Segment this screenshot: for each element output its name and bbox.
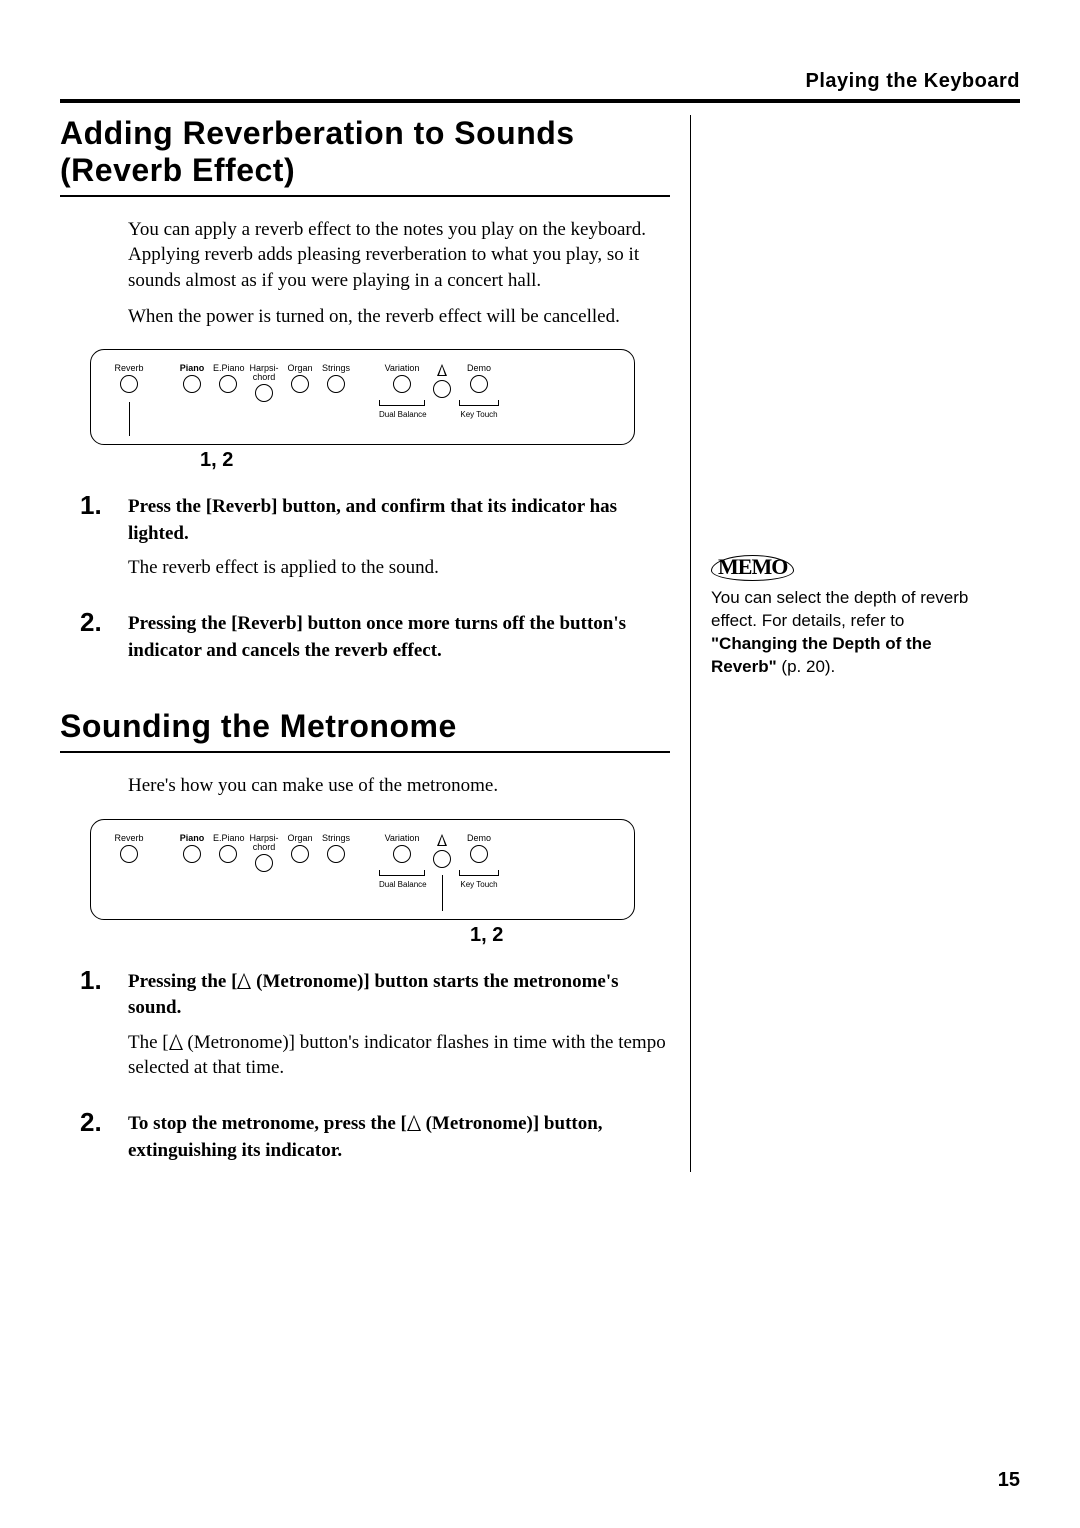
panel-diagram-metronome: Reverb Piano E.Piano Harpsi-chord Organ … bbox=[90, 819, 635, 947]
variation-button-icon bbox=[393, 375, 411, 393]
strings-button-icon bbox=[327, 845, 345, 863]
panel-label-reverb: Reverb bbox=[109, 834, 149, 843]
step-number: 2 bbox=[60, 1107, 120, 1138]
demo-button-icon bbox=[470, 845, 488, 863]
epiano-button-icon bbox=[219, 375, 237, 393]
organ-button-icon bbox=[291, 845, 309, 863]
panel-label-dual-balance: Dual Balance bbox=[379, 410, 425, 419]
page-number: 15 bbox=[998, 1469, 1020, 1492]
organ-button-icon bbox=[291, 375, 309, 393]
section-title-reverb: Adding Reverberation to Sounds (Reverb E… bbox=[60, 115, 670, 189]
section-rule bbox=[60, 751, 670, 753]
panel-label-key-touch: Key Touch bbox=[459, 410, 499, 419]
metronome-icon bbox=[169, 1034, 183, 1050]
panel-label-organ: Organ bbox=[285, 834, 315, 843]
memo-label: MEMO bbox=[711, 555, 794, 581]
panel-label-variation: Variation bbox=[379, 364, 425, 373]
metronome-icon bbox=[407, 1115, 421, 1131]
reverb-button-icon bbox=[120, 375, 138, 393]
metronome-button-icon bbox=[433, 850, 451, 868]
panel-label-piano: Piano bbox=[177, 834, 207, 843]
step-number: 2 bbox=[60, 607, 120, 638]
piano-button-icon bbox=[183, 845, 201, 863]
panel-label-strings: Strings bbox=[321, 834, 351, 843]
callout-steps-metronome: 1, 2 bbox=[470, 924, 635, 947]
reverb-step1-lead: Press the [Reverb] button, and confirm t… bbox=[128, 494, 670, 547]
metronome-step1-lead: Pressing the [ (Metronome)] button start… bbox=[128, 969, 670, 1022]
epiano-button-icon bbox=[219, 845, 237, 863]
callout-steps-reverb: 1, 2 bbox=[200, 449, 635, 472]
panel-label-epiano: E.Piano bbox=[213, 364, 243, 373]
demo-button-icon bbox=[470, 375, 488, 393]
panel-label-harpsi: Harpsi-chord bbox=[249, 364, 279, 382]
panel-label-dual-balance: Dual Balance bbox=[379, 880, 425, 889]
metronome-step2-lead: To stop the metronome, press the [ (Metr… bbox=[128, 1111, 670, 1164]
step-number: 1 bbox=[60, 490, 120, 521]
section-rule bbox=[60, 195, 670, 197]
reverb-intro-1: You can apply a reverb effect to the not… bbox=[128, 217, 670, 294]
panel-label-strings: Strings bbox=[321, 364, 351, 373]
metronome-intro: Here's how you can make use of the metro… bbox=[128, 773, 670, 799]
harpsi-button-icon bbox=[255, 384, 273, 402]
strings-button-icon bbox=[327, 375, 345, 393]
reverb-intro-2: When the power is turned on, the reverb … bbox=[128, 304, 670, 330]
metronome-step1-sub: The [ (Metronome)] button's indicator fl… bbox=[128, 1030, 670, 1081]
panel-label-organ: Organ bbox=[285, 364, 315, 373]
reverb-button-icon bbox=[120, 845, 138, 863]
panel-label-demo: Demo bbox=[459, 364, 499, 373]
panel-diagram-reverb: Reverb Piano E.Piano Harpsi-chord Organ … bbox=[90, 349, 635, 472]
panel-label-demo: Demo bbox=[459, 834, 499, 843]
reverb-step2-lead: Pressing the [Reverb] button once more t… bbox=[128, 611, 670, 664]
metronome-icon bbox=[437, 364, 447, 376]
reverb-step1-sub: The reverb effect is applied to the soun… bbox=[128, 555, 670, 581]
panel-label-key-touch: Key Touch bbox=[459, 880, 499, 889]
metronome-icon bbox=[437, 834, 447, 846]
panel-label-variation: Variation bbox=[379, 834, 425, 843]
panel-label-reverb: Reverb bbox=[109, 364, 149, 373]
step-number: 1 bbox=[60, 965, 120, 996]
metronome-button-icon bbox=[433, 380, 451, 398]
harpsi-button-icon bbox=[255, 854, 273, 872]
panel-label-epiano: E.Piano bbox=[213, 834, 243, 843]
piano-button-icon bbox=[183, 375, 201, 393]
panel-label-piano: Piano bbox=[177, 364, 207, 373]
variation-button-icon bbox=[393, 845, 411, 863]
metronome-icon bbox=[237, 973, 251, 989]
running-head: Playing the Keyboard bbox=[60, 70, 1020, 93]
memo-box: MEMO You can select the depth of reverb … bbox=[711, 555, 991, 679]
top-rule bbox=[60, 99, 1020, 103]
section-title-metronome: Sounding the Metronome bbox=[60, 708, 670, 745]
panel-label-harpsi: Harpsi-chord bbox=[249, 834, 279, 852]
memo-text: You can select the depth of reverb effec… bbox=[711, 587, 991, 679]
